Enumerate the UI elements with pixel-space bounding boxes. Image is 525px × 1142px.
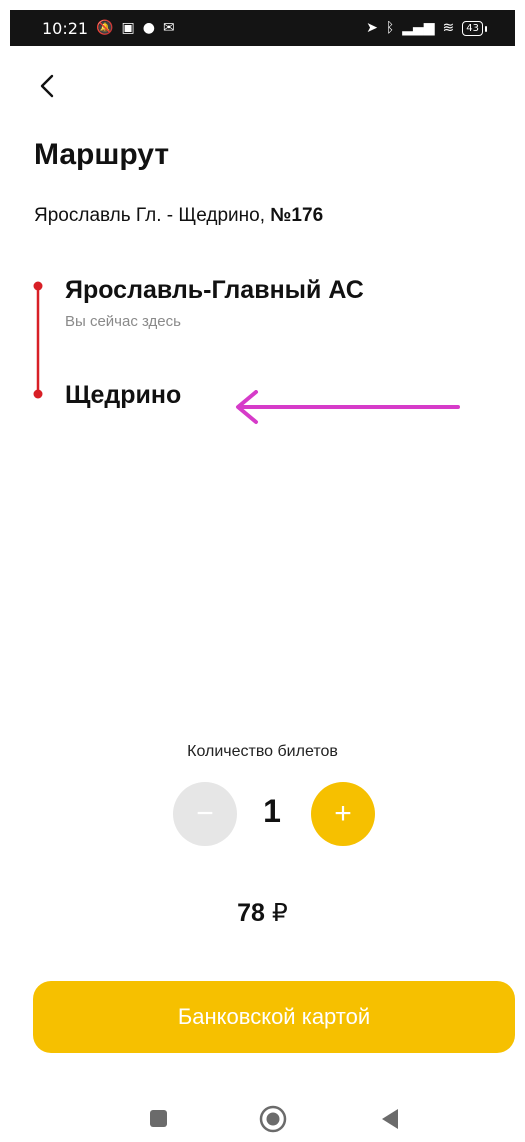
status-time: 10:21 <box>42 18 89 38</box>
route-info: Ярославль Гл. - Щедрино, №176 <box>34 205 323 227</box>
system-nav-bar <box>0 1085 525 1142</box>
plus-icon: + <box>334 797 352 830</box>
check-circle-icon: ● <box>142 20 155 36</box>
notifications-off-icon: 🔕 <box>96 20 114 36</box>
price-amount: 78 <box>237 899 265 927</box>
route-name: Ярославль Гл. - Щедрино, <box>34 205 265 226</box>
pay-by-card-button[interactable]: Банковской картой <box>33 981 515 1053</box>
page-title: Маршрут <box>34 138 170 171</box>
chevron-left-icon <box>40 74 54 98</box>
bus-icon: ▣ <box>121 20 135 36</box>
home-button[interactable] <box>259 1105 287 1133</box>
increase-tickets-button[interactable]: + <box>311 782 375 846</box>
route-timeline <box>33 281 43 399</box>
location-icon: ➤ <box>366 20 378 36</box>
recents-button[interactable] <box>150 1110 167 1127</box>
status-right: ➤ ᛒ ▂▄▆ ≋ 43 <box>366 20 487 36</box>
tickets-count-value: 1 <box>263 793 281 829</box>
battery-icon: 43 <box>462 20 487 36</box>
bluetooth-icon: ᛒ <box>385 20 395 36</box>
signal-icon: ▂▄▆ <box>402 20 435 36</box>
system-back-button[interactable] <box>380 1108 400 1130</box>
back-button[interactable] <box>34 70 66 102</box>
status-left: 10:21 🔕 ▣ ● ✉ <box>42 19 175 38</box>
stop-origin-hint: Вы сейчас здесь <box>65 313 181 330</box>
status-bar: 10:21 🔕 ▣ ● ✉ ➤ ᛒ ▂▄▆ ≋ 43 <box>10 10 515 46</box>
annotation-arrow-icon <box>236 390 460 424</box>
currency-sign: ₽ <box>271 898 288 927</box>
stop-origin-name: Ярославль-Главный АС <box>65 276 364 304</box>
wifi-icon: ≋ <box>442 20 455 36</box>
decrease-tickets-button[interactable]: − <box>173 782 237 846</box>
stop-destination-name: Щедрино <box>65 381 182 409</box>
price-total: 78 ₽ <box>0 898 525 928</box>
minus-icon: − <box>196 797 214 830</box>
tickets-count-label: Количество билетов <box>187 743 338 760</box>
route-number: №176 <box>270 205 324 226</box>
gmail-icon: ✉ <box>163 20 175 36</box>
